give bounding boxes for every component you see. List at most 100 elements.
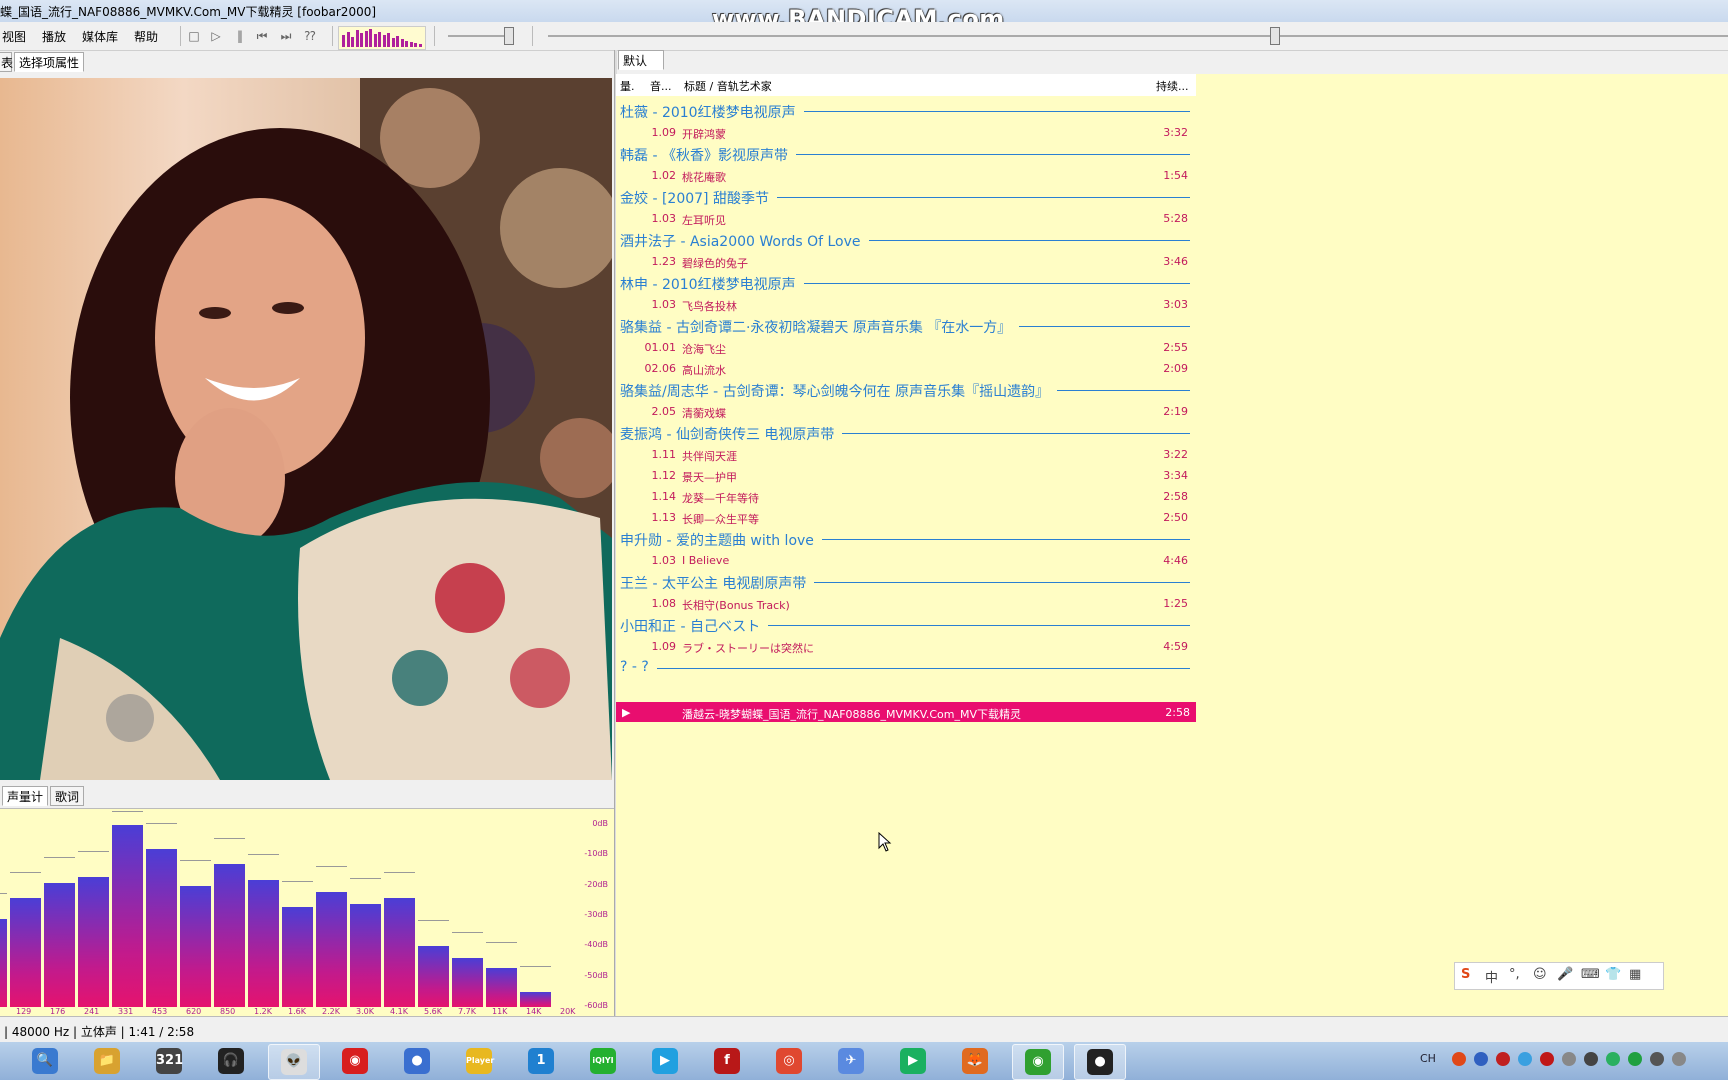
playlist-group-header[interactable]: ? - ? — [620, 657, 1192, 677]
taskbar-app[interactable]: ◉ — [330, 1044, 380, 1078]
taskbar-app[interactable]: ✈ — [826, 1044, 876, 1078]
tab-volume-meter[interactable]: 声量计 — [2, 786, 49, 806]
playlist-group-header[interactable]: 骆集益 - 古剑奇谭二·永夜初晗凝碧天 原声音乐集 『在水一方』 — [620, 315, 1192, 337]
next-icon[interactable]: ⏭ — [278, 28, 294, 44]
taskbar-app[interactable]: 1 — [516, 1044, 566, 1078]
playlist-track-row[interactable]: 1.09 开辟鸿蒙 3:32 — [620, 122, 1192, 142]
taskbar-app[interactable]: ● — [1074, 1044, 1126, 1080]
column-header-track[interactable]: 音... — [650, 78, 672, 94]
taskbar-app[interactable]: f — [702, 1044, 752, 1078]
taskbar-app[interactable]: 🎧 — [206, 1044, 256, 1078]
stop-icon[interactable]: □ — [186, 28, 202, 44]
menu-playback[interactable]: 播放 — [42, 28, 66, 45]
ime-toolbar[interactable]: S 中 °, ☺ 🎤 ⌨ 👕 ▦ — [1454, 962, 1664, 990]
menu-view[interactable]: 视图 — [2, 28, 26, 45]
taskbar-app[interactable]: ▶ — [640, 1044, 690, 1078]
playlist-group-header[interactable]: 酒井法子 - Asia2000 Words Of Love — [620, 229, 1192, 251]
playlist-track-row[interactable]: 2.05 清蘅戏蝶 2:19 — [620, 401, 1192, 421]
previous-icon[interactable]: ⏮ — [254, 28, 270, 44]
taskbar-app[interactable]: ◎ — [764, 1044, 814, 1078]
taskbar-app[interactable]: 🔍 — [20, 1044, 70, 1078]
taskbar-app[interactable]: Player — [454, 1044, 504, 1078]
taskbar-app[interactable]: 🦊 — [950, 1044, 1000, 1078]
tray-icon[interactable] — [1672, 1052, 1686, 1066]
spectrum-bar — [384, 897, 415, 1007]
taskbar-app[interactable]: 👽 — [268, 1044, 320, 1080]
playlist-track-row[interactable]: 1.08 长相守(Bonus Track) 1:25 — [620, 593, 1192, 613]
playlist-group-header[interactable]: 林申 - 2010红楼梦电视原声 — [620, 272, 1192, 294]
playlist-group-header[interactable]: 金姣 - [2007] 甜酸季节 — [620, 186, 1192, 208]
tray-icon[interactable] — [1584, 1052, 1598, 1066]
toolbox-icon[interactable]: ▦ — [1629, 967, 1641, 982]
frequency-label: 4.1K — [390, 1007, 408, 1016]
now-playing-row[interactable]: ▶ 潘越云-晓梦蝴蝶_国语_流行_NAF08886_MVMKV.Com_MV下载… — [616, 702, 1196, 722]
chinese-mode-icon[interactable]: 中 — [1485, 967, 1498, 986]
seek-bar-handle[interactable] — [1270, 27, 1280, 45]
spectrum-peak-marker — [452, 932, 483, 934]
album-art — [0, 78, 612, 780]
tray-icon[interactable] — [1650, 1052, 1664, 1066]
playlist-track-row[interactable]: 1.13 长卿—众生平等 2:50 — [620, 507, 1192, 527]
playlist-group-header[interactable]: 骆集益/周志华 - 古剑奇谭：琴心剑魄今何在 原声音乐集『摇山遗韵』 — [620, 379, 1192, 401]
column-header-duration[interactable]: 持续... — [1156, 78, 1189, 94]
track-number: 1.09 — [651, 640, 677, 653]
menu-library[interactable]: 媒体库 — [82, 28, 118, 45]
tab-selection-properties[interactable]: 选择项属性 — [14, 52, 85, 72]
tab-playlist[interactable]: 表 — [0, 52, 13, 72]
taskbar-app[interactable]: ◉ — [1012, 1044, 1064, 1080]
playlist-group-header[interactable]: 麦振鸿 - 仙剑奇侠传三 电视原声带 — [620, 422, 1192, 444]
play-icon[interactable]: ▷ — [208, 28, 224, 44]
recorder-icon: ● — [1087, 1049, 1113, 1075]
playlist-group-header[interactable]: 杜薇 - 2010红楼梦电视原声 — [620, 100, 1192, 122]
playlist-group-header[interactable]: 韩磊 - 《秋香》影视原声带 — [620, 143, 1192, 165]
taskbar-app[interactable]: 321 — [144, 1044, 194, 1078]
keyboard-icon[interactable]: ⌨ — [1581, 967, 1600, 982]
track-duration: 2:55 — [1163, 341, 1188, 354]
tray-icon[interactable] — [1496, 1052, 1510, 1066]
playlist-track-row[interactable]: 1.03 左耳听见 5:28 — [620, 208, 1192, 228]
taskbar-app[interactable]: iQIYI — [578, 1044, 628, 1078]
menu-help[interactable]: 帮助 — [134, 28, 158, 45]
playlist-track-row[interactable]: 1.03 飞鸟各投林 3:03 — [620, 294, 1192, 314]
playlist-track-row[interactable]: 1.23 碧绿色的兔子 3:46 — [620, 251, 1192, 271]
tray-language[interactable]: CH — [1420, 1052, 1436, 1065]
bird-app-icon: ✈ — [838, 1048, 864, 1074]
tray-icon[interactable] — [1518, 1052, 1532, 1066]
random-icon[interactable]: ⁇ — [302, 28, 318, 44]
punctuation-icon[interactable]: °, — [1509, 967, 1520, 982]
frequency-label: 176 — [50, 1007, 66, 1016]
playlist-track-row[interactable]: 02.06 高山流水 2:09 — [620, 358, 1192, 378]
tray-icon[interactable] — [1628, 1052, 1642, 1066]
tray-icon[interactable] — [1562, 1052, 1576, 1066]
track-title: 清蘅戏蝶 — [682, 407, 726, 420]
playlist-track-row[interactable]: 1.11 共伴闯天涯 3:22 — [620, 444, 1192, 464]
seek-bar-track[interactable] — [548, 35, 1728, 37]
microphone-icon[interactable]: 🎤 — [1557, 967, 1573, 982]
column-header-title[interactable]: 标题 / 音轨艺术家 — [684, 78, 772, 94]
tray-icon[interactable] — [1474, 1052, 1488, 1066]
tray-icon[interactable] — [1452, 1052, 1466, 1066]
volume-slider-handle[interactable] — [504, 27, 514, 45]
db-scale-label: -40dB — [584, 940, 608, 950]
skin-icon[interactable]: 👕 — [1605, 967, 1621, 982]
taskbar-app[interactable]: 📁 — [82, 1044, 132, 1078]
playlist-group-header[interactable]: 王兰 - 太平公主 电视剧原声带 — [620, 571, 1192, 593]
playlist-group-header[interactable]: 小田和正 - 自己ベスト — [620, 614, 1192, 636]
playlist-group-header[interactable]: 申升勋 - 爱的主题曲 with love — [620, 528, 1192, 550]
pause-icon[interactable]: ‖ — [232, 28, 248, 44]
tab-default-playlist[interactable]: 默认 — [618, 50, 664, 70]
tab-lyrics[interactable]: 歌词 — [50, 786, 85, 806]
taskbar-app[interactable]: ● — [392, 1044, 442, 1078]
taskbar-app[interactable]: ▶ — [888, 1044, 938, 1078]
tray-icon[interactable] — [1606, 1052, 1620, 1066]
playlist-track-row[interactable]: 1.03 I Believe 4:46 — [620, 550, 1192, 570]
playlist-track-row[interactable]: 1.02 桃花庵歌 1:54 — [620, 165, 1192, 185]
column-header-1[interactable]: 量. — [620, 78, 635, 94]
playlist-track-row[interactable]: 1.14 龙葵—千年等待 2:58 — [620, 486, 1192, 506]
sogou-logo-icon[interactable]: S — [1461, 967, 1470, 982]
playlist-track-row[interactable]: 1.12 景天—护甲 3:34 — [620, 465, 1192, 485]
tray-icon[interactable] — [1540, 1052, 1554, 1066]
playlist-track-row[interactable]: 01.01 沧海飞尘 2:55 — [620, 337, 1192, 357]
playlist-track-row[interactable]: 1.09 ラブ・ストーリーは突然に 4:59 — [620, 636, 1192, 656]
emoji-icon[interactable]: ☺ — [1533, 967, 1547, 982]
